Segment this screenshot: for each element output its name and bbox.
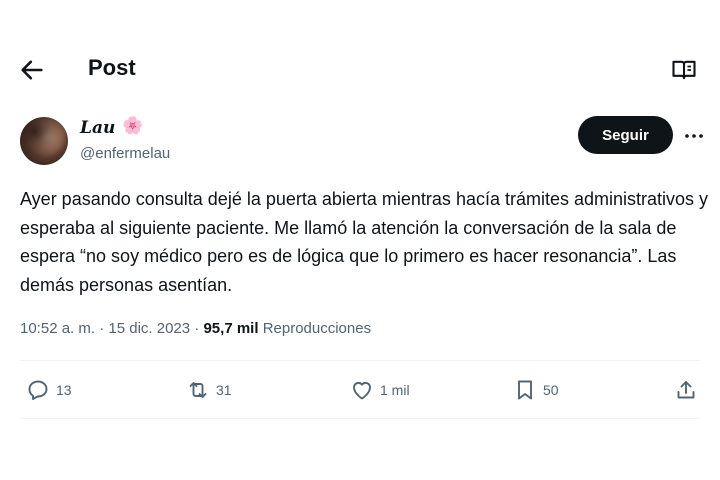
heart-icon: [353, 382, 371, 400]
follow-button[interactable]: Seguir: [578, 116, 673, 154]
repost-button[interactable]: 31: [186, 372, 232, 408]
views-label: Reproducciones: [262, 320, 372, 337]
repost-count: 31: [216, 382, 232, 398]
bookmark-button[interactable]: 50: [513, 372, 559, 408]
reply-icon: [28, 380, 48, 400]
reply-button[interactable]: 13: [26, 372, 72, 408]
back-button[interactable]: [18, 56, 46, 84]
like-count: 1 mil: [380, 382, 410, 398]
reader-mode-button[interactable]: [670, 56, 698, 84]
page-title: Post: [88, 55, 136, 80]
like-button[interactable]: 1 mil: [350, 372, 410, 408]
divider: [20, 360, 700, 361]
flower-emoji-icon: 🌸: [122, 116, 144, 135]
more-horizontal-icon: [685, 134, 703, 138]
tweet-meta: 10:52 a. m. · 15 dic. 2023 · 95,7 mil Re…: [20, 320, 371, 337]
tweet-date[interactable]: 15 dic. 2023: [108, 320, 190, 337]
arrow-left-icon: [21, 60, 43, 80]
share-icon: [677, 381, 695, 399]
avatar[interactable]: [20, 117, 68, 165]
tweet-time[interactable]: 10:52 a. m.: [20, 320, 95, 337]
reply-count: 13: [56, 382, 72, 398]
meta-separator: ·: [99, 320, 109, 337]
divider: [20, 418, 700, 419]
repost-icon: [189, 382, 207, 398]
top-bar: Post: [0, 48, 720, 92]
more-options-button[interactable]: [682, 124, 706, 148]
author-display-name[interactable]: Lau: [80, 118, 115, 138]
action-bar: 13 31 1 mil 50: [0, 372, 720, 408]
bookmark-count: 50: [543, 382, 559, 398]
book-icon: [672, 60, 696, 80]
views-count: 95,7 mil: [203, 320, 259, 337]
share-button[interactable]: [674, 372, 698, 408]
author-handle[interactable]: @enfermelau: [80, 145, 170, 162]
bookmark-icon: [518, 380, 532, 400]
tweet-text: Ayer pasando consulta dejé la puerta abi…: [20, 189, 709, 295]
